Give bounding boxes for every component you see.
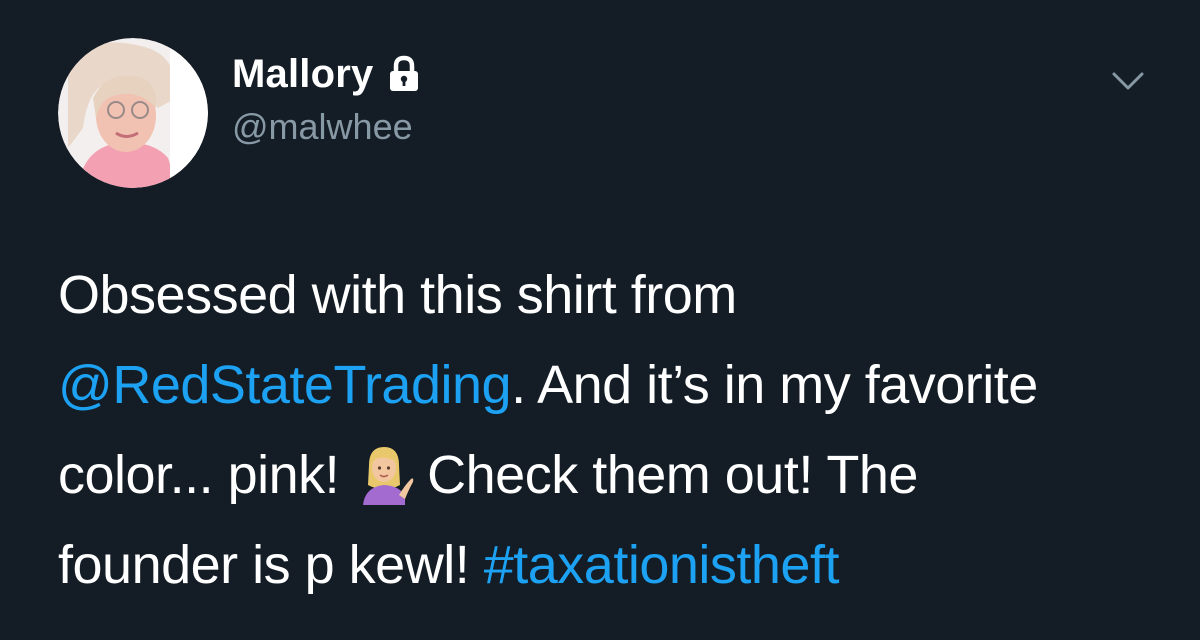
tweet-text: Obsessed with this shirt from @RedStateT… bbox=[58, 250, 1158, 610]
tweet-text-line-1: Obsessed with this shirt from bbox=[58, 265, 737, 325]
chevron-down-icon[interactable] bbox=[1110, 66, 1146, 96]
tweet-text-segment: color... pink! bbox=[58, 445, 340, 505]
profile-photo-icon bbox=[58, 38, 208, 188]
display-name[interactable]: Mallory bbox=[232, 52, 373, 97]
tweet-text-line-2: @RedStateTrading. And it’s in my favorit… bbox=[58, 340, 1158, 430]
author-handle[interactable]: @malwhee bbox=[232, 106, 413, 148]
mention-link[interactable]: @RedStateTrading bbox=[58, 355, 512, 415]
tweet-text-segment: founder is p kewl! bbox=[58, 535, 470, 595]
tweet-text-line-3: color... pink! Check them out! The bbox=[58, 430, 1158, 520]
tweet-card: Mallory @malwhee Obsessed with this shir… bbox=[0, 0, 1200, 640]
lock-icon bbox=[387, 55, 421, 93]
author-name-row: Mallory bbox=[232, 50, 421, 98]
tweet-text-line-4: founder is p kewl! #taxationistheft bbox=[58, 520, 1158, 610]
information-desk-person-emoji-icon bbox=[353, 442, 415, 505]
tweet-text-segment: . And it’s in my favorite bbox=[511, 355, 1038, 415]
hashtag-link[interactable]: #taxationistheft bbox=[484, 535, 840, 595]
avatar[interactable] bbox=[58, 38, 208, 188]
tweet-text-segment: Check them out! The bbox=[427, 445, 918, 505]
